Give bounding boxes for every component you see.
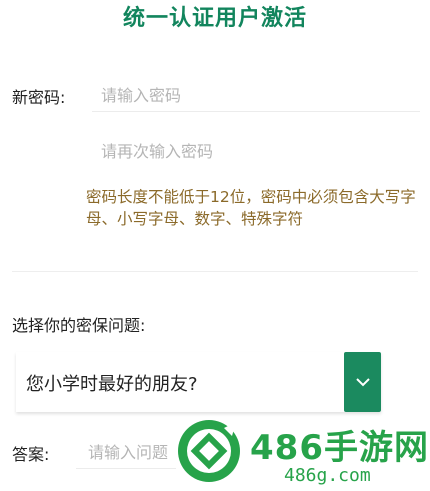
security-question-select[interactable]: 您小学时最好的朋友? <box>16 352 381 412</box>
watermark-brand: 486手游网 <box>250 428 429 468</box>
confirm-password-input[interactable] <box>101 140 401 162</box>
security-question-dropdown-button[interactable] <box>344 352 381 412</box>
section-divider <box>12 271 418 272</box>
new-password-underline <box>92 111 420 112</box>
page-title: 统一认证用户激活 <box>122 6 307 31</box>
answer-label: 答案: <box>12 445 50 464</box>
security-question-label: 选择你的密保问题: <box>12 316 146 335</box>
watermark-url: 486g.com <box>284 465 371 486</box>
new-password-label: 新密码: <box>12 88 66 107</box>
watermark: 486手游网 486g.com <box>176 416 430 491</box>
answer-input[interactable] <box>88 441 178 463</box>
password-hint: 密码长度不能低于12位，密码中必须包含大写字母、小写字母、数字、特殊字符 <box>86 188 416 228</box>
new-password-input[interactable] <box>101 84 401 106</box>
chevron-down-icon <box>355 378 370 387</box>
answer-underline <box>76 468 176 469</box>
security-question-value: 您小学时最好的朋友? <box>26 374 198 395</box>
486-logo-icon <box>178 420 240 482</box>
